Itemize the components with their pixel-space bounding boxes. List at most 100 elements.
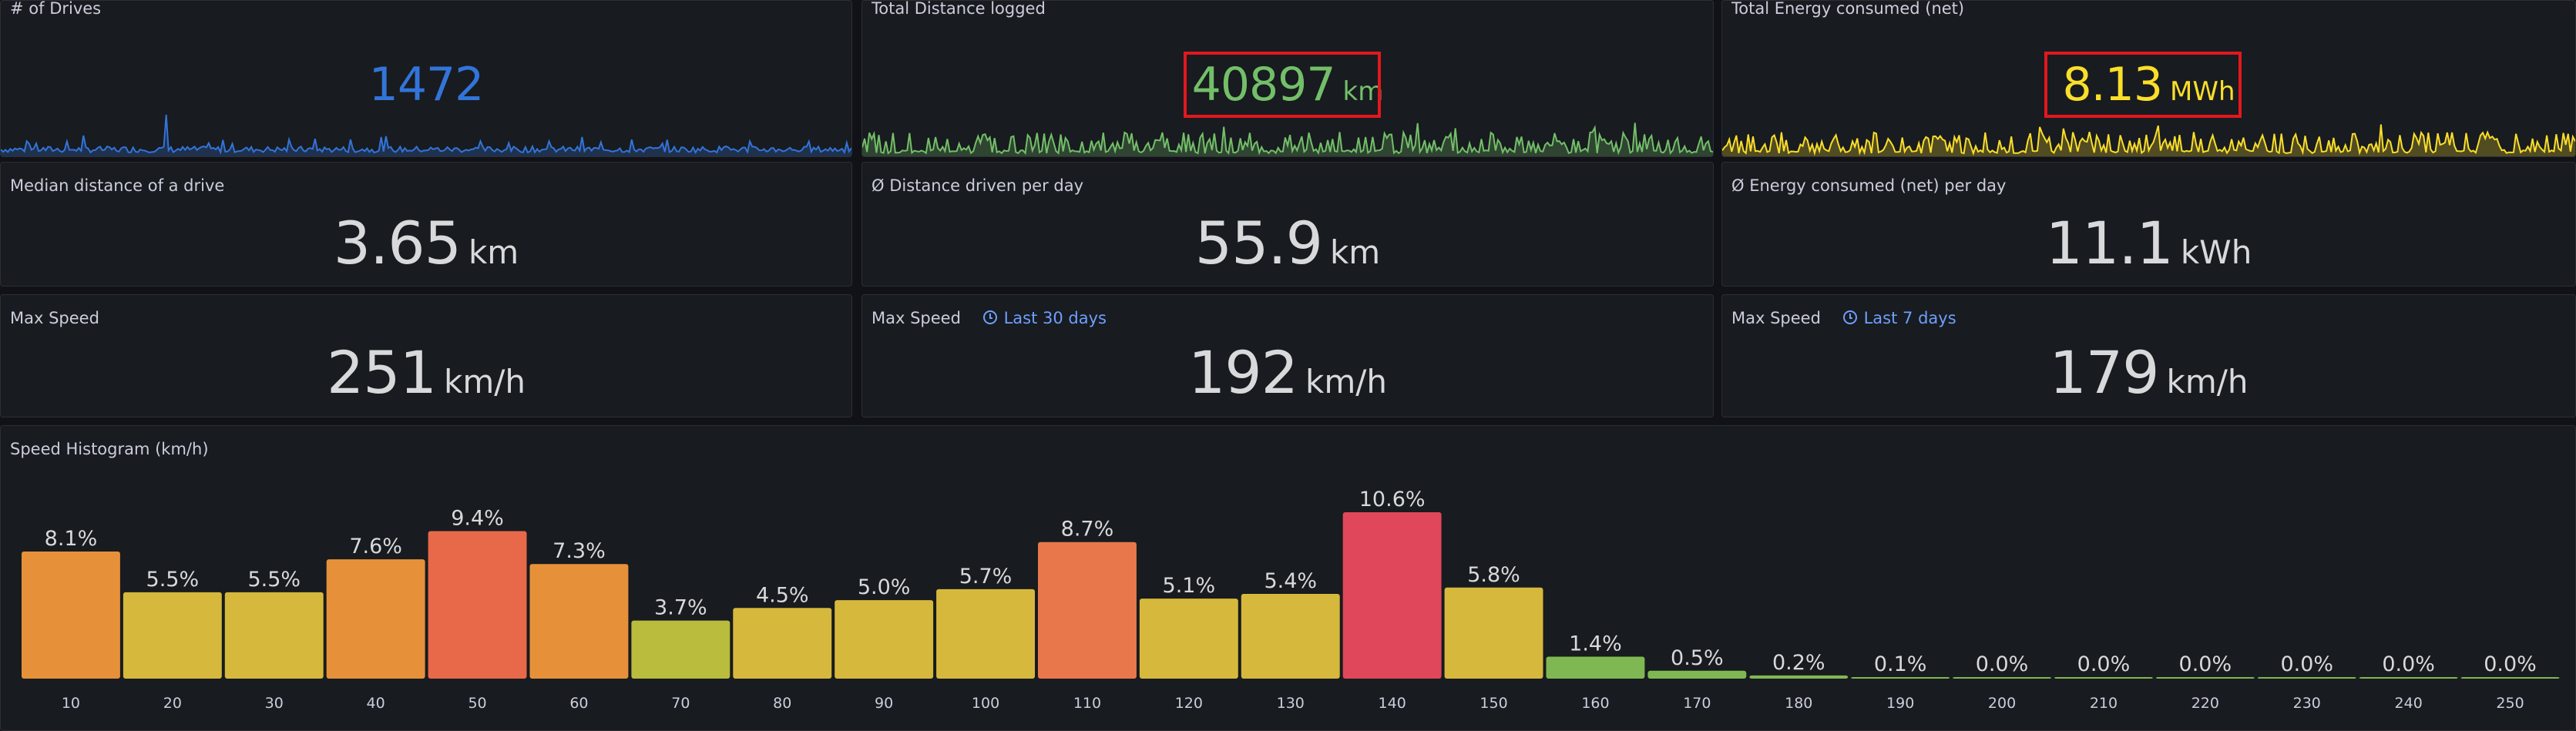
bar-value-label: 5.5% xyxy=(247,568,301,592)
x-tick-label: 170 xyxy=(1683,695,1711,712)
max-speed-7d-unit: km/h xyxy=(2166,363,2249,401)
histogram-bar xyxy=(1546,656,1645,679)
bar-value-label: 0.0% xyxy=(2484,652,2537,676)
bar-value-label: 10.6% xyxy=(1359,488,1426,511)
energy-day-value: 11.1 xyxy=(2045,209,2174,277)
bar-value-label: 5.1% xyxy=(1163,574,1216,598)
panel-median-distance[interactable]: Median distance of a drive 3.65 km xyxy=(0,162,852,287)
bar-value-label: 1.4% xyxy=(1569,632,1622,656)
histogram-bar xyxy=(2155,677,2255,679)
bar-value-label: 5.8% xyxy=(1467,563,1520,587)
x-tick-label: 70 xyxy=(671,695,690,712)
histogram-bar xyxy=(1139,599,1238,679)
bar-value-label: 7.3% xyxy=(552,539,606,563)
histogram-bar xyxy=(22,551,120,679)
histogram-bar xyxy=(1342,512,1442,679)
bar-value-label: 5.0% xyxy=(858,575,911,599)
bar-value-label: 8.1% xyxy=(45,527,98,551)
panel-distance-per-day[interactable]: Ø Distance driven per day 55.9 km xyxy=(861,162,1714,287)
histogram-bar xyxy=(1444,587,1543,679)
panel-max-speed-30d[interactable]: Max Speed Last 30 days 192 km/h xyxy=(861,294,1714,417)
histogram-bar xyxy=(733,608,832,679)
x-tick-label: 150 xyxy=(1479,695,1507,712)
time-range-label: Last 30 days xyxy=(1003,309,1107,327)
max-speed-30d-unit: km/h xyxy=(1305,363,1388,401)
max-speed-unit: km/h xyxy=(444,363,526,401)
histogram-bar xyxy=(123,592,222,679)
bar-value-label: 7.6% xyxy=(349,535,402,558)
panel-drives[interactable]: # of Drives 1472 xyxy=(0,0,852,157)
histogram-bar xyxy=(1953,677,2051,679)
bar-value-label: 0.5% xyxy=(1671,646,1724,670)
bar-value-label: 0.0% xyxy=(2077,652,2131,676)
histogram-bar xyxy=(1241,593,1340,679)
bar-value-label: 5.4% xyxy=(1264,569,1317,593)
x-tick-label: 90 xyxy=(875,695,893,712)
histogram-bar xyxy=(2460,677,2560,679)
histogram-bar xyxy=(224,592,324,679)
histogram-bar xyxy=(631,620,730,679)
x-tick-label: 230 xyxy=(2293,695,2321,712)
distance-day-value: 55.9 xyxy=(1194,209,1323,277)
panel-max-speed[interactable]: Max Speed 251 km/h xyxy=(0,294,852,417)
speed-histogram-chart: 8.1% 10 5.5% 20 5.5% 30 7.6% 40 9.4% 50 7.3% 60 3.7%… xyxy=(22,488,2560,712)
histogram-bar xyxy=(1749,675,1849,679)
panel-title: Max Speed xyxy=(1731,309,1821,327)
panel-title: Median distance of a drive xyxy=(10,176,225,195)
panel-speed-histogram[interactable]: Speed Histogram (km/h) 8.1% 10 5.5% 20 5.5% 3… xyxy=(0,425,2576,731)
median-unit: km xyxy=(468,233,519,271)
max-speed-30d-value: 192 xyxy=(1187,338,1298,407)
x-tick-label: 110 xyxy=(1073,695,1101,712)
panel-energy-per-day[interactable]: Ø Energy consumed (net) per day 11.1 kWh xyxy=(1721,162,2576,287)
panel-title: Total Distance logged xyxy=(872,0,1046,18)
bar-value-label: 3.7% xyxy=(654,596,707,620)
histogram-bar xyxy=(529,564,629,679)
distance-day-unit: km xyxy=(1329,233,1381,271)
x-tick-label: 20 xyxy=(163,695,182,712)
energy-day-unit: kWh xyxy=(2180,233,2252,271)
x-tick-label: 120 xyxy=(1175,695,1203,712)
x-tick-label: 60 xyxy=(569,695,588,712)
bar-value-label: 5.7% xyxy=(959,565,1013,588)
drives-sparkline xyxy=(1,114,851,156)
median-value: 3.65 xyxy=(333,209,462,277)
x-tick-label: 160 xyxy=(1581,695,1609,712)
x-tick-label: 220 xyxy=(2191,695,2219,712)
histogram-bar xyxy=(428,531,527,679)
histogram-bar xyxy=(1851,676,1950,679)
x-tick-label: 200 xyxy=(1988,695,2016,712)
x-tick-label: 140 xyxy=(1379,695,1406,712)
histogram-bar xyxy=(1038,542,1137,679)
bar-value-label: 0.0% xyxy=(1976,652,2029,676)
bar-value-label: 0.0% xyxy=(2179,652,2232,676)
time-range-info[interactable]: Last 7 days xyxy=(1842,309,1956,327)
histogram-bar xyxy=(835,600,934,679)
drives-value: 1472 xyxy=(368,58,485,112)
max-speed-7d-value: 179 xyxy=(2049,338,2159,407)
x-tick-label: 250 xyxy=(2496,695,2524,712)
max-speed-value: 251 xyxy=(326,338,437,407)
x-tick-label: 30 xyxy=(265,695,284,712)
histogram-bar xyxy=(2359,677,2458,679)
panel-total-distance[interactable]: Total Distance logged 40897 km xyxy=(861,0,1714,157)
bar-value-label: 0.0% xyxy=(2382,652,2435,676)
x-tick-label: 10 xyxy=(62,695,80,712)
x-tick-label: 80 xyxy=(773,695,791,712)
clock-icon xyxy=(982,310,997,324)
bar-value-label: 0.2% xyxy=(1772,651,1825,675)
bar-value-label: 5.5% xyxy=(146,568,200,592)
histogram-bar xyxy=(936,588,1035,679)
x-tick-label: 210 xyxy=(2090,695,2118,712)
histogram-bar xyxy=(326,559,425,679)
panel-total-energy[interactable]: Total Energy consumed (net) 8.13 MWh xyxy=(1721,0,2576,157)
bar-value-label: 4.5% xyxy=(756,583,809,607)
x-tick-label: 130 xyxy=(1277,695,1305,712)
bar-value-label: 0.0% xyxy=(2280,652,2333,676)
bar-value-label: 8.7% xyxy=(1061,518,1114,542)
time-range-label: Last 7 days xyxy=(1863,309,1956,327)
time-range-info[interactable]: Last 30 days xyxy=(982,309,1107,327)
panel-max-speed-7d[interactable]: Max Speed Last 7 days 179 km/h xyxy=(1721,294,2576,417)
panel-title: Max Speed xyxy=(872,309,961,327)
x-tick-label: 40 xyxy=(367,695,385,712)
panel-title: Total Energy consumed (net) xyxy=(1731,0,1965,18)
